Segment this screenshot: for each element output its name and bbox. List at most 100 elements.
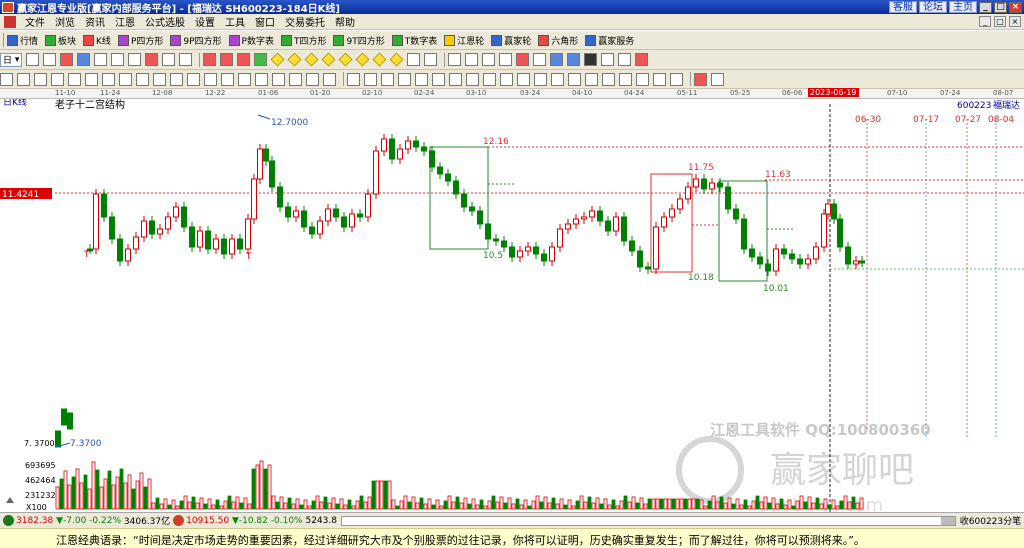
fill-icon[interactable]	[584, 53, 598, 66]
line-icon[interactable]	[94, 53, 108, 66]
t-square-button[interactable]: T四方形	[280, 34, 326, 47]
align-icon[interactable]	[204, 72, 217, 86]
tool-h-icon[interactable]	[466, 72, 479, 86]
menu-help[interactable]: 帮助	[330, 14, 360, 29]
chart-icon[interactable]	[635, 53, 649, 66]
tool-m-icon[interactable]	[551, 72, 564, 86]
sector-button[interactable]: 板块	[45, 34, 76, 47]
quote-button[interactable]: 行情	[7, 34, 38, 47]
fan-icon[interactable]	[407, 53, 421, 66]
vol-icon[interactable]	[170, 72, 183, 86]
tool-r-icon[interactable]	[636, 72, 649, 86]
text-icon[interactable]	[162, 53, 176, 66]
period-select[interactable]: 日 ▾	[0, 52, 23, 67]
ruler-icon[interactable]	[601, 53, 615, 66]
color-icon[interactable]	[694, 72, 707, 86]
flag-icon[interactable]	[187, 72, 200, 86]
crosshair-icon[interactable]	[43, 53, 57, 66]
gann-diamond-7-icon[interactable]	[373, 52, 387, 67]
forum-link[interactable]: 论坛	[919, 1, 947, 13]
9t-square-button[interactable]: 9T四方形	[333, 34, 385, 47]
tool-s-icon[interactable]	[653, 72, 666, 86]
plus-icon[interactable]	[465, 53, 479, 66]
close-button[interactable]: ×	[1009, 1, 1022, 13]
hexagon-button[interactable]: 六角形	[538, 34, 578, 47]
gann-diamond-icon[interactable]	[271, 52, 285, 67]
child-restore-button[interactable]: □	[994, 16, 1006, 27]
gann-diamond-4-icon[interactable]	[322, 52, 336, 67]
gann-diamond-2-icon[interactable]	[288, 52, 302, 67]
menu-file[interactable]: 文件	[20, 14, 50, 29]
down-icon[interactable]	[85, 72, 98, 86]
box-icon[interactable]	[567, 53, 581, 66]
first-icon[interactable]	[203, 53, 217, 66]
tool-g-icon[interactable]	[449, 72, 462, 86]
tool-b-icon[interactable]	[364, 72, 377, 86]
wave2-icon[interactable]	[323, 72, 336, 86]
menu-tools[interactable]: 工具	[220, 14, 250, 29]
grid2-icon[interactable]	[153, 72, 166, 86]
winner-wheel-button[interactable]: 赢家轮	[491, 34, 531, 47]
child-close-button[interactable]: ×	[1009, 16, 1021, 27]
winner-service-button[interactable]: 赢家服务	[585, 34, 634, 47]
ray-icon[interactable]	[255, 72, 268, 86]
next-icon[interactable]	[237, 53, 251, 66]
gann-diamond-6-icon[interactable]	[356, 52, 370, 67]
grid-icon[interactable]	[26, 53, 40, 66]
pen-icon[interactable]	[499, 53, 513, 66]
chart-scrollbar[interactable]	[340, 515, 956, 526]
menu-settings[interactable]: 设置	[190, 14, 220, 29]
bar-icon[interactable]	[77, 53, 91, 66]
tool-j-icon[interactable]	[500, 72, 513, 86]
merge-icon[interactable]	[119, 72, 132, 86]
zoom-icon[interactable]	[254, 53, 268, 66]
menu-window[interactable]: 窗口	[250, 14, 280, 29]
child-minimize-button[interactable]: _	[979, 16, 991, 27]
tick-detail-label[interactable]: 收600223分笔	[960, 514, 1021, 527]
9p-square-button[interactable]: 9P四方形	[170, 34, 222, 47]
kline-chart-area[interactable]: 江恩工具软件 QQ:100800360 赢家聊吧 jiaoba.yy.com 日…	[0, 96, 1024, 516]
gann-wheel-button[interactable]: 江恩轮	[444, 34, 484, 47]
step-icon[interactable]	[238, 72, 251, 86]
tool-o-icon[interactable]	[585, 72, 598, 86]
arrow-down-icon[interactable]	[128, 53, 142, 66]
wave-icon[interactable]	[533, 53, 547, 66]
stack-icon[interactable]	[136, 72, 149, 86]
prev-icon[interactable]	[220, 53, 234, 66]
bar-chart-icon[interactable]	[0, 72, 13, 86]
channel-icon[interactable]	[179, 53, 193, 66]
maximize-button[interactable]: □	[994, 1, 1007, 13]
trend-icon[interactable]	[618, 53, 632, 66]
eraser-icon[interactable]	[516, 53, 530, 66]
spiral-icon[interactable]	[306, 72, 319, 86]
pie-icon[interactable]	[711, 72, 724, 86]
menu-gann[interactable]: 江恩	[110, 14, 140, 29]
angle-icon[interactable]	[424, 53, 438, 66]
tool-n-icon[interactable]	[568, 72, 581, 86]
tool-i-icon[interactable]	[483, 72, 496, 86]
table-icon[interactable]	[550, 53, 564, 66]
fib-icon[interactable]	[272, 72, 285, 86]
tool-f-icon[interactable]	[432, 72, 445, 86]
tool-c-icon[interactable]	[381, 72, 394, 86]
hold-icon[interactable]	[34, 72, 47, 86]
menu-news[interactable]: 资讯	[80, 14, 110, 29]
split-icon[interactable]	[102, 72, 115, 86]
volume-scroll-up-icon[interactable]	[6, 497, 14, 503]
tool-q-icon[interactable]	[619, 72, 632, 86]
candle-icon[interactable]	[60, 53, 74, 66]
p-square-button[interactable]: P四方形	[117, 34, 163, 47]
box2-icon[interactable]	[221, 72, 234, 86]
sample-icon[interactable]	[51, 72, 64, 86]
kline-chart-svg[interactable]: 江恩工具软件 QQ:100800360 赢家聊吧 jiaoba.yy.com 日…	[0, 96, 1024, 516]
kline-button[interactable]: K线	[83, 34, 111, 47]
cursor-icon[interactable]	[448, 53, 462, 66]
mark-icon[interactable]	[145, 53, 159, 66]
t-number-table-button[interactable]: T数字表	[391, 34, 437, 47]
tool-k-icon[interactable]	[517, 72, 530, 86]
minimize-button[interactable]: _	[979, 1, 992, 13]
tool-d-icon[interactable]	[398, 72, 411, 86]
scrollbar-thumb[interactable]	[940, 516, 955, 525]
up-icon[interactable]	[68, 72, 81, 86]
p-number-table-button[interactable]: P数字表	[228, 34, 274, 47]
